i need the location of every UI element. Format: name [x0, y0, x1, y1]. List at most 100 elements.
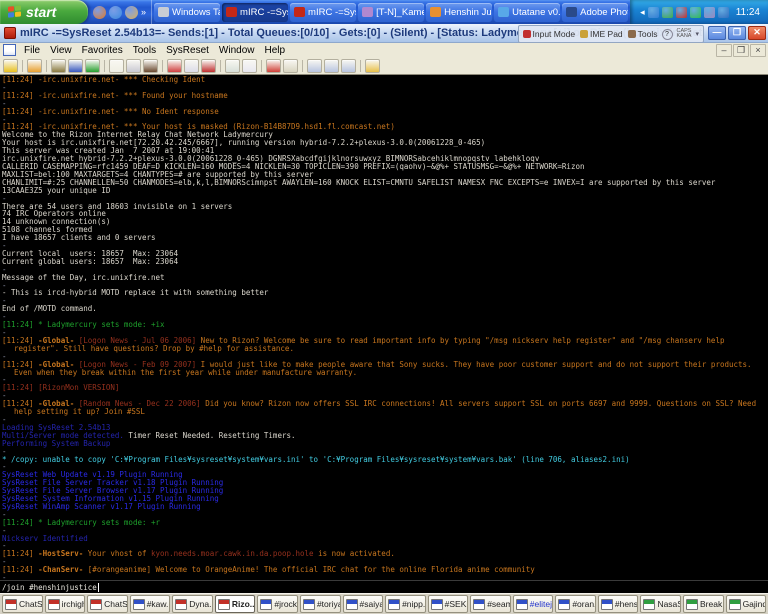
switchbar-button[interactable]: #elitej...	[513, 595, 554, 613]
toolbar-separator	[46, 60, 47, 72]
menu-item-tools[interactable]: Tools	[128, 45, 161, 56]
switchbar-button[interactable]: Break...	[683, 595, 724, 613]
chat-line: [11:24] -HostServ- Your vhost of kyon.ne…	[2, 550, 766, 558]
switchbar-button[interactable]: #toriya...	[300, 595, 341, 613]
taskbar-window-button[interactable]: Adobe Photos...	[562, 3, 628, 22]
ime-item[interactable]: Tools	[628, 29, 658, 39]
menu-item-window[interactable]: Window	[214, 45, 260, 56]
chat-line: SysReset WinAmp Scanner v1.17 Plugin Run…	[2, 503, 766, 511]
message-input[interactable]: /join #henshinjustice	[0, 580, 768, 593]
tray-network-icon[interactable]	[718, 7, 729, 18]
switchbar-button[interactable]: Dyna...	[172, 595, 213, 613]
taskbar-window-button[interactable]: Henshin Justic...	[426, 3, 492, 22]
switchbar-button-label: #elitej...	[530, 599, 554, 609]
switchbar-button[interactable]: #SEK...	[428, 595, 469, 613]
ime-item[interactable]: Input Mode	[523, 29, 576, 39]
cascade-icon[interactable]	[341, 59, 356, 73]
channel-list-icon[interactable]	[184, 59, 199, 73]
help-globe-icon[interactable]	[68, 59, 83, 73]
tile-horizontal-icon[interactable]	[307, 59, 322, 73]
switchbar-button[interactable]: #jrock	[257, 595, 298, 613]
toolbar-separator	[162, 60, 163, 72]
ime-help-button[interactable]: ?	[662, 29, 673, 40]
chat-line: Nickserv Identified	[2, 535, 766, 543]
switchbar-button[interactable]: #seam...	[470, 595, 511, 613]
quick-launch-overflow-chevron[interactable]: »	[141, 7, 146, 17]
ime-item-icon	[628, 30, 636, 38]
switchbar-button[interactable]: #saiya...	[343, 595, 384, 613]
taskbar-window-button[interactable]: Windows Task...	[154, 3, 220, 22]
tray-phone-icon[interactable]	[704, 7, 715, 18]
task-manager-icon	[158, 7, 169, 17]
tray-update-icon[interactable]	[662, 7, 673, 18]
tray-browser-icon[interactable]	[648, 7, 659, 18]
mirc-titlebar[interactable]: mIRC -=SysReset 2.54b13=- Sends:[1] - To…	[0, 24, 768, 43]
tray-antivirus-icon[interactable]	[676, 7, 687, 18]
ime-item[interactable]: IME Pad	[580, 29, 623, 39]
messenger-icon[interactable]	[125, 6, 138, 19]
switchbar-button[interactable]: ChatS...	[2, 595, 43, 613]
mdi-minimize-button[interactable]: –	[716, 44, 732, 57]
connect-icon[interactable]	[3, 59, 18, 73]
media-player-icon	[362, 7, 373, 17]
status-window-icon	[175, 599, 187, 610]
timer-clock-icon[interactable]	[126, 59, 141, 73]
switchbar-button-label: #kaw...	[147, 599, 171, 609]
highlight-icon[interactable]	[266, 59, 281, 73]
minimize-button[interactable]: —	[708, 26, 726, 40]
switchbar-button[interactable]: #oran...	[555, 595, 596, 613]
status-window-icon	[218, 599, 230, 610]
menu-item-help[interactable]: Help	[259, 45, 290, 56]
tile-vertical-icon[interactable]	[324, 59, 339, 73]
menu-item-file[interactable]: File	[19, 45, 45, 56]
menu-item-view[interactable]: View	[45, 45, 77, 56]
taskbar-window-button[interactable]: mIRC -=SysR...	[290, 3, 356, 22]
notepad-icon[interactable]	[109, 59, 124, 73]
internet-explorer-icon[interactable]	[109, 6, 122, 19]
options-folder-icon[interactable]	[27, 59, 42, 73]
colors-icon[interactable]	[201, 59, 216, 73]
ime-caps-kana[interactable]: CAPSKANA	[677, 29, 692, 40]
clipboard-icon[interactable]	[283, 59, 298, 73]
switchbar-button[interactable]: #nipp...	[385, 595, 426, 613]
switchbar-button[interactable]: Gajinder	[726, 595, 767, 613]
restore-button[interactable]: ❐	[728, 26, 746, 40]
taskbar-window-button[interactable]: [T-N]_Kamen_...	[358, 3, 424, 22]
scripts-editor-icon[interactable]	[85, 59, 100, 73]
get-file-icon[interactable]	[242, 59, 257, 73]
switchbar-button[interactable]: NasaS...	[640, 595, 681, 613]
status-window-chat-log[interactable]: [11:24] -irc.unixfire.net- *** Checking …	[0, 75, 768, 580]
toolbar-separator	[302, 60, 303, 72]
switchbar-button[interactable]: irchigh...	[45, 595, 86, 613]
chat-line: [11:24] * Ladymercury sets mode: +ix	[2, 321, 766, 329]
switchbar-button[interactable]: Rizo...	[215, 595, 256, 613]
address-book-icon[interactable]	[143, 59, 158, 73]
tray-status-icon[interactable]	[690, 7, 701, 18]
ime-chevron-icon[interactable]: ▾	[695, 30, 699, 38]
taskbar-window-button[interactable]: mIRC -=SysR...	[222, 3, 288, 22]
chat-line: -	[2, 416, 766, 424]
start-button[interactable]: start	[0, 0, 88, 24]
send-file-icon[interactable]	[225, 59, 240, 73]
switchbar-button[interactable]: #kaw...	[130, 595, 171, 613]
firefox-icon[interactable]	[93, 6, 106, 19]
toolbar-separator	[360, 60, 361, 72]
mdi-restore-button[interactable]: ❐	[733, 44, 749, 57]
mdi-close-button[interactable]: ×	[750, 44, 766, 57]
hide-tray-icons-chevron[interactable]: ◂	[640, 7, 645, 18]
mirc-toolbar	[0, 57, 768, 75]
chat-line: End of /MOTD command.	[2, 305, 766, 313]
chat-line: Performing System Backup	[2, 440, 766, 448]
switchbar-button-label: ChatS...	[19, 599, 43, 609]
chat-line: [11:24] -ChanServ- [#orangeanime] Welcom…	[2, 566, 766, 574]
switchbar-button[interactable]: #hens...	[598, 595, 639, 613]
taskbar-window-button[interactable]: Utatane v0.2...	[494, 3, 560, 22]
dcc-icon[interactable]	[51, 59, 66, 73]
close-button[interactable]: ✕	[748, 26, 766, 40]
menu-item-sysreset[interactable]: SysReset	[161, 45, 214, 56]
menu-item-favorites[interactable]: Favorites	[77, 45, 128, 56]
favorites-icon[interactable]	[167, 59, 182, 73]
query-user-icon[interactable]	[365, 59, 380, 73]
ime-item-label: IME Pad	[590, 29, 623, 39]
switchbar-button[interactable]: ChatS...	[87, 595, 128, 613]
